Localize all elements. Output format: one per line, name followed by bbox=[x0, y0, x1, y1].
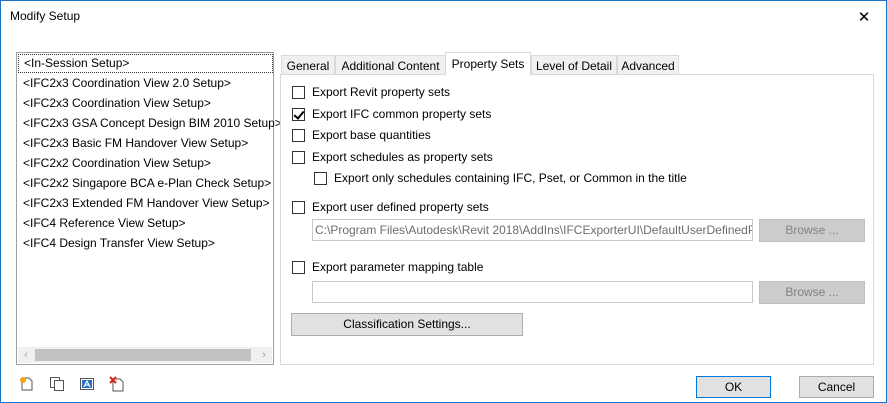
export-user-defined-checkbox[interactable] bbox=[292, 200, 305, 214]
export-revit-psets-label: Export Revit property sets bbox=[312, 85, 451, 99]
export-only-schedules-label: Export only schedules containing IFC, Ps… bbox=[334, 171, 687, 185]
export-ifc-common-psets-checkbox[interactable] bbox=[292, 107, 305, 121]
user-defined-path-field[interactable]: C:\Program Files\Autodesk\Revit 2018\Add… bbox=[312, 219, 753, 241]
window-title: Modify Setup bbox=[10, 9, 81, 23]
delete-setup-icon[interactable] bbox=[109, 376, 125, 392]
setup-item-ifc2x3-gsa[interactable]: <IFC2x3 GSA Concept Design BIM 2010 Setu… bbox=[18, 114, 282, 133]
export-user-defined-option[interactable]: Export user defined property sets bbox=[292, 199, 489, 215]
export-only-schedules-checkbox[interactable] bbox=[314, 171, 327, 185]
close-icon[interactable]: ✕ bbox=[842, 1, 886, 32]
duplicate-setup-icon[interactable] bbox=[49, 376, 65, 392]
export-user-defined-label: Export user defined property sets bbox=[312, 200, 489, 214]
scrollbar-thumb[interactable] bbox=[35, 349, 251, 361]
export-schedules-option[interactable]: Export schedules as property sets bbox=[292, 149, 493, 165]
classification-settings-button[interactable]: Classification Settings... bbox=[291, 313, 523, 336]
setup-item-ifc4-design-transfer[interactable]: <IFC4 Design Transfer View Setup> bbox=[18, 234, 273, 253]
cancel-button[interactable]: Cancel bbox=[799, 376, 874, 398]
export-schedules-checkbox[interactable] bbox=[292, 150, 305, 164]
export-base-quantities-option[interactable]: Export base quantities bbox=[292, 127, 431, 143]
setup-item-ifc4-reference[interactable]: <IFC4 Reference View Setup> bbox=[18, 214, 273, 233]
tab-property-sets[interactable]: Property Sets bbox=[445, 52, 531, 76]
setup-item-ifc2x3-basic-fm[interactable]: <IFC2x3 Basic FM Handover View Setup> bbox=[18, 134, 273, 153]
title-bar: Modify Setup ✕ bbox=[1, 1, 886, 33]
export-param-mapping-option[interactable]: Export parameter mapping table bbox=[292, 259, 483, 275]
export-ifc-common-psets-label: Export IFC common property sets bbox=[312, 107, 492, 121]
scroll-left-icon[interactable]: ‹ bbox=[18, 347, 34, 363]
browse-user-defined-button[interactable]: Browse ... bbox=[759, 219, 865, 242]
setup-item-ifc2x2-cv[interactable]: <IFC2x2 Coordination View Setup> bbox=[18, 154, 273, 173]
tab-level-of-detail[interactable]: Level of Detail bbox=[531, 55, 617, 75]
tab-advanced[interactable]: Advanced bbox=[617, 55, 679, 75]
browse-param-mapping-button[interactable]: Browse ... bbox=[759, 281, 865, 304]
new-setup-icon[interactable] bbox=[19, 376, 35, 392]
param-mapping-path-field[interactable] bbox=[312, 281, 753, 303]
tab-general[interactable]: General bbox=[281, 55, 335, 75]
export-revit-psets-option[interactable]: Export Revit property sets bbox=[292, 84, 450, 100]
setup-list[interactable]: <In-Session Setup> <IFC2x3 Coordination … bbox=[16, 52, 282, 365]
horizontal-scrollbar[interactable]: ‹ › bbox=[18, 347, 272, 363]
ok-button[interactable]: OK bbox=[696, 376, 771, 398]
setup-item-ifc2x3-cv[interactable]: <IFC2x3 Coordination View Setup> bbox=[18, 94, 273, 113]
export-schedules-label: Export schedules as property sets bbox=[312, 150, 493, 164]
export-param-mapping-checkbox[interactable] bbox=[292, 260, 305, 274]
export-param-mapping-label: Export parameter mapping table bbox=[312, 260, 484, 274]
setup-item-ifc2x3-cv2[interactable]: <IFC2x3 Coordination View 2.0 Setup> bbox=[18, 74, 273, 93]
setup-item-ifc2x3-extended-fm[interactable]: <IFC2x3 Extended FM Handover View Setup> bbox=[18, 194, 273, 213]
modify-setup-window: Modify Setup ✕ <In-Session Setup> <IFC2x… bbox=[0, 0, 887, 403]
property-sets-panel: Export Revit property sets Export IFC co… bbox=[280, 74, 874, 365]
setup-item-in-session[interactable]: <In-Session Setup> bbox=[18, 54, 273, 73]
export-base-quantities-label: Export base quantities bbox=[312, 128, 431, 142]
export-revit-psets-checkbox[interactable] bbox=[292, 85, 305, 99]
export-only-schedules-option[interactable]: Export only schedules containing IFC, Ps… bbox=[314, 170, 687, 186]
setup-item-ifc2x2-singapore[interactable]: <IFC2x2 Singapore BCA e-Plan Check Setup… bbox=[18, 174, 273, 193]
scroll-right-icon[interactable]: › bbox=[256, 347, 272, 363]
rename-setup-icon[interactable] bbox=[79, 376, 95, 392]
tab-additional-content[interactable]: Additional Content bbox=[335, 55, 446, 75]
export-ifc-common-psets-option[interactable]: Export IFC common property sets bbox=[292, 106, 491, 122]
export-base-quantities-checkbox[interactable] bbox=[292, 128, 305, 142]
